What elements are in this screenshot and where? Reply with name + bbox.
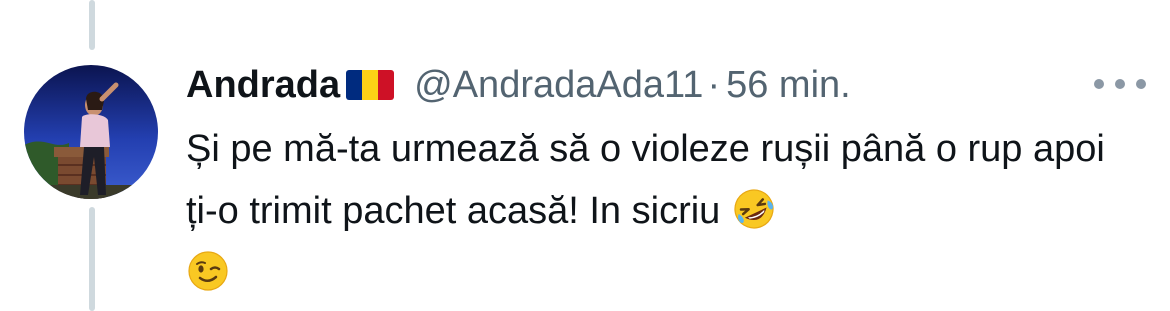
flag-stripe-blue <box>346 70 363 100</box>
avatar[interactable] <box>24 65 158 199</box>
tweet-text-block: Și pe mă-ta urmează să o violeze rușii p… <box>186 118 1106 304</box>
tweet-text: Și pe mă-ta urmează să o violeze rușii p… <box>186 128 1105 232</box>
user-handle[interactable]: @AndradaAda11 <box>414 62 703 108</box>
flag-stripe-yellow <box>362 70 379 100</box>
thread-line-top <box>89 0 95 50</box>
winking-face-emoji-icon <box>186 249 230 293</box>
display-name[interactable]: Andrada <box>186 62 340 108</box>
flag-stripe-red <box>378 70 395 100</box>
thread-line-bottom <box>89 207 95 311</box>
timestamp[interactable]: 56 min. <box>726 62 851 108</box>
tweet-header: Andrada @AndradaAda11 · 56 min. <box>186 62 851 108</box>
separator-dot: · <box>707 64 721 106</box>
avatar-photo <box>24 65 158 199</box>
more-options-icon[interactable] <box>1094 70 1146 98</box>
romania-flag-icon <box>346 70 395 100</box>
rolling-on-floor-laughing-emoji-icon <box>732 187 776 231</box>
